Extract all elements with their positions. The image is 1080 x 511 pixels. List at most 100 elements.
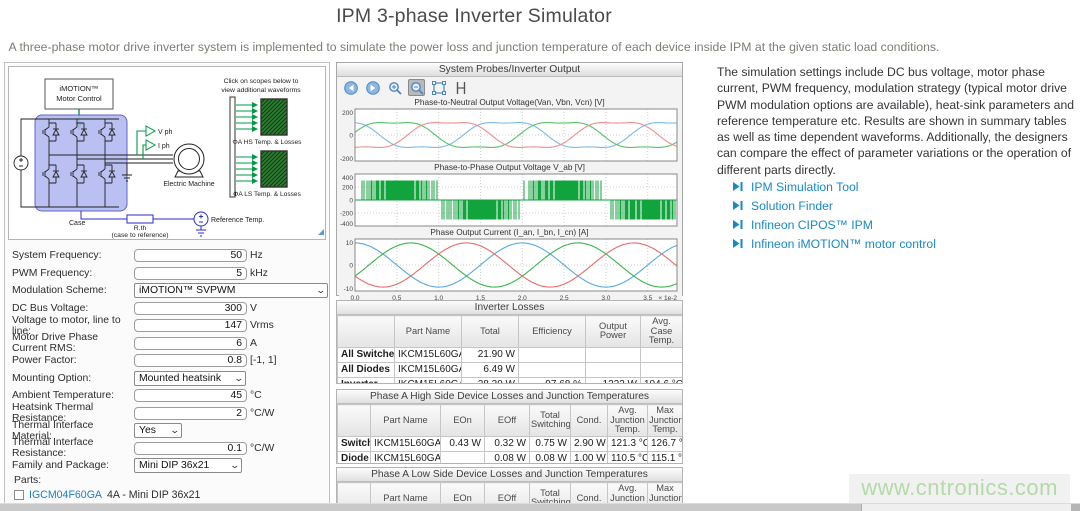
table-cell: 0.32 W [485,436,530,451]
link-row-2: Infineon CIPOS™ IPM [733,215,936,234]
svg-text:400: 400 [342,175,353,182]
field-row-2: Modulation Scheme:iMOTION™ SVPWM⌄ [5,282,329,300]
field-row-11: Thermal Interface Resistance:°C/W [5,440,329,458]
scrollbar-corner [1071,504,1080,511]
field-row-7: Mounting Option:Mounted heatsink⌄ [5,370,329,388]
table-cell: 115.1 °C [648,451,683,464]
table-cell: IKCM15L60GA [395,347,462,362]
field-unit: °C/W [250,408,274,419]
table-cell [586,362,641,377]
svg-text:0: 0 [349,133,353,140]
field-select[interactable]: Mini DIP 36x21⌄ [134,458,242,473]
table-cell: 121.3 °C [608,436,648,451]
column-header: OutputPower [586,316,641,348]
machine-label: Electric Machine [163,181,214,188]
column-header: Avg. CaseTemp. [641,316,683,348]
svg-text:200: 200 [342,185,353,192]
column-header: Part Name [395,316,462,348]
field-input[interactable] [134,267,247,280]
related-link[interactable]: Solution Finder [751,199,833,213]
field-label: PWM Frequency: [12,268,134,279]
related-link[interactable]: Infineon CIPOS™ IPM [751,218,873,232]
related-links: IPM Simulation Tool Solution Finder Infine… [733,177,936,253]
horizontal-scrollbar-thumb[interactable] [0,504,862,511]
phase-phase-voltage-plot[interactable]: 4002000-200-400 [339,172,682,228]
field-input[interactable] [134,407,247,420]
part-link[interactable]: IGCM04F60GA [29,489,102,501]
chevron-down-icon: ⌄ [230,460,241,471]
chevron-down-icon: ⌄ [170,425,181,436]
field-input[interactable] [134,389,247,402]
column-header [338,316,395,348]
field-label: System Frequency: [12,250,134,261]
description-text: The simulation settings include DC bus v… [717,64,1075,178]
field-row-12: Family and Package:Mini DIP 36x21⌄ [5,457,329,475]
table-title: Phase A Low Side Device Losses and Junct… [337,468,682,482]
column-header: EOn [441,405,485,437]
table-cell: 21.90 W [462,347,519,362]
field-select[interactable]: Yes⌄ [134,423,182,438]
field-input[interactable] [134,249,247,262]
field-unit: °C/W [250,443,274,454]
page-subtitle: A three-phase motor drive inverter syste… [0,28,948,54]
phase-current-plot[interactable]: 100-100.00.51.01.52.02.53.03.5× 1e-2 [339,237,682,302]
table-cell: 1222 W [586,377,641,384]
zoom-box-icon[interactable] [430,79,447,96]
field-select[interactable]: iMOTION™ SVPWM⌄ [134,283,328,298]
forward-icon[interactable] [364,79,381,96]
field-input[interactable] [134,337,247,350]
column-header: Efficiency [519,316,586,348]
scope-panel: System Probes/Inverter Output Phase-to-N… [336,62,683,296]
zoom-out-icon[interactable] [408,79,425,96]
field-select[interactable]: Mounted heatsink⌄ [134,371,246,386]
zoom-in-icon[interactable] [386,79,403,96]
field-input[interactable] [134,442,247,455]
link-row-1: Solution Finder [733,196,936,215]
field-input[interactable] [134,354,247,367]
field-label: Ambient Temperature: [12,390,134,401]
field-unit: Hz [250,250,263,261]
table-title: Phase A High Side Device Losses and Junc… [337,390,682,404]
select-value: iMOTION™ SVPWM [139,285,235,296]
related-link[interactable]: IPM Simulation Tool [751,180,858,194]
field-input[interactable] [134,302,247,315]
back-icon[interactable] [342,79,359,96]
table-cell [641,347,683,362]
svg-text:10: 10 [346,240,354,247]
table-cell: Inverter [338,377,395,384]
electric-machine-symbol [174,144,204,177]
svg-text:-10: -10 [344,286,354,293]
field-unit: [-1, 1] [250,355,277,366]
table-cell: 1.00 W [571,451,608,464]
table-row: All SwitchesIKCM15L60GA21.90 W [338,347,683,362]
field-label: Motor Drive Phase Current RMS: [12,332,134,354]
table-cell [441,451,485,464]
table-cell: 104.6 °C [641,377,683,384]
select-value: Mounted heatsink [139,373,221,384]
hs-scope-block[interactable] [261,99,287,135]
page-header: IPM 3-phase Inverter Simulator A three-p… [0,0,948,54]
column-header: TotalSwitching [530,405,571,437]
part-checkbox[interactable] [14,490,24,500]
column-header: Cond. [571,405,608,437]
related-link[interactable]: Infineon iMOTION™ motor control [751,237,936,251]
column-header: Avg.JunctionTemp. [608,483,648,505]
cursors-icon[interactable] [452,79,469,96]
iph-probe-icon [146,140,155,150]
field-input[interactable] [134,319,247,332]
table-cell: 6.49 W [462,362,519,377]
link-arrow-icon [733,201,743,210]
column-header [338,483,371,505]
circuit-diagram: iMOTION™ Motor Control [8,66,326,240]
scope-hint-2: view additional waveforms [221,87,301,94]
diagram-resize-icon[interactable] [318,229,324,235]
phase-neutral-voltage-plot[interactable]: 2000-200 [339,107,682,163]
table-cell: 2.90 W [571,436,608,451]
link-arrow-icon [733,239,743,248]
phase-neutral-voltage-plot-title: Phase-to-Neutral Output Voltage(Van, Vbn… [339,98,680,107]
scope-arrows-hs [236,105,257,129]
table-cell: 97.68 % [519,377,586,384]
ls-scope-block[interactable] [261,151,287,187]
svg-text:-200: -200 [340,211,353,218]
column-header: EOff [485,405,530,437]
